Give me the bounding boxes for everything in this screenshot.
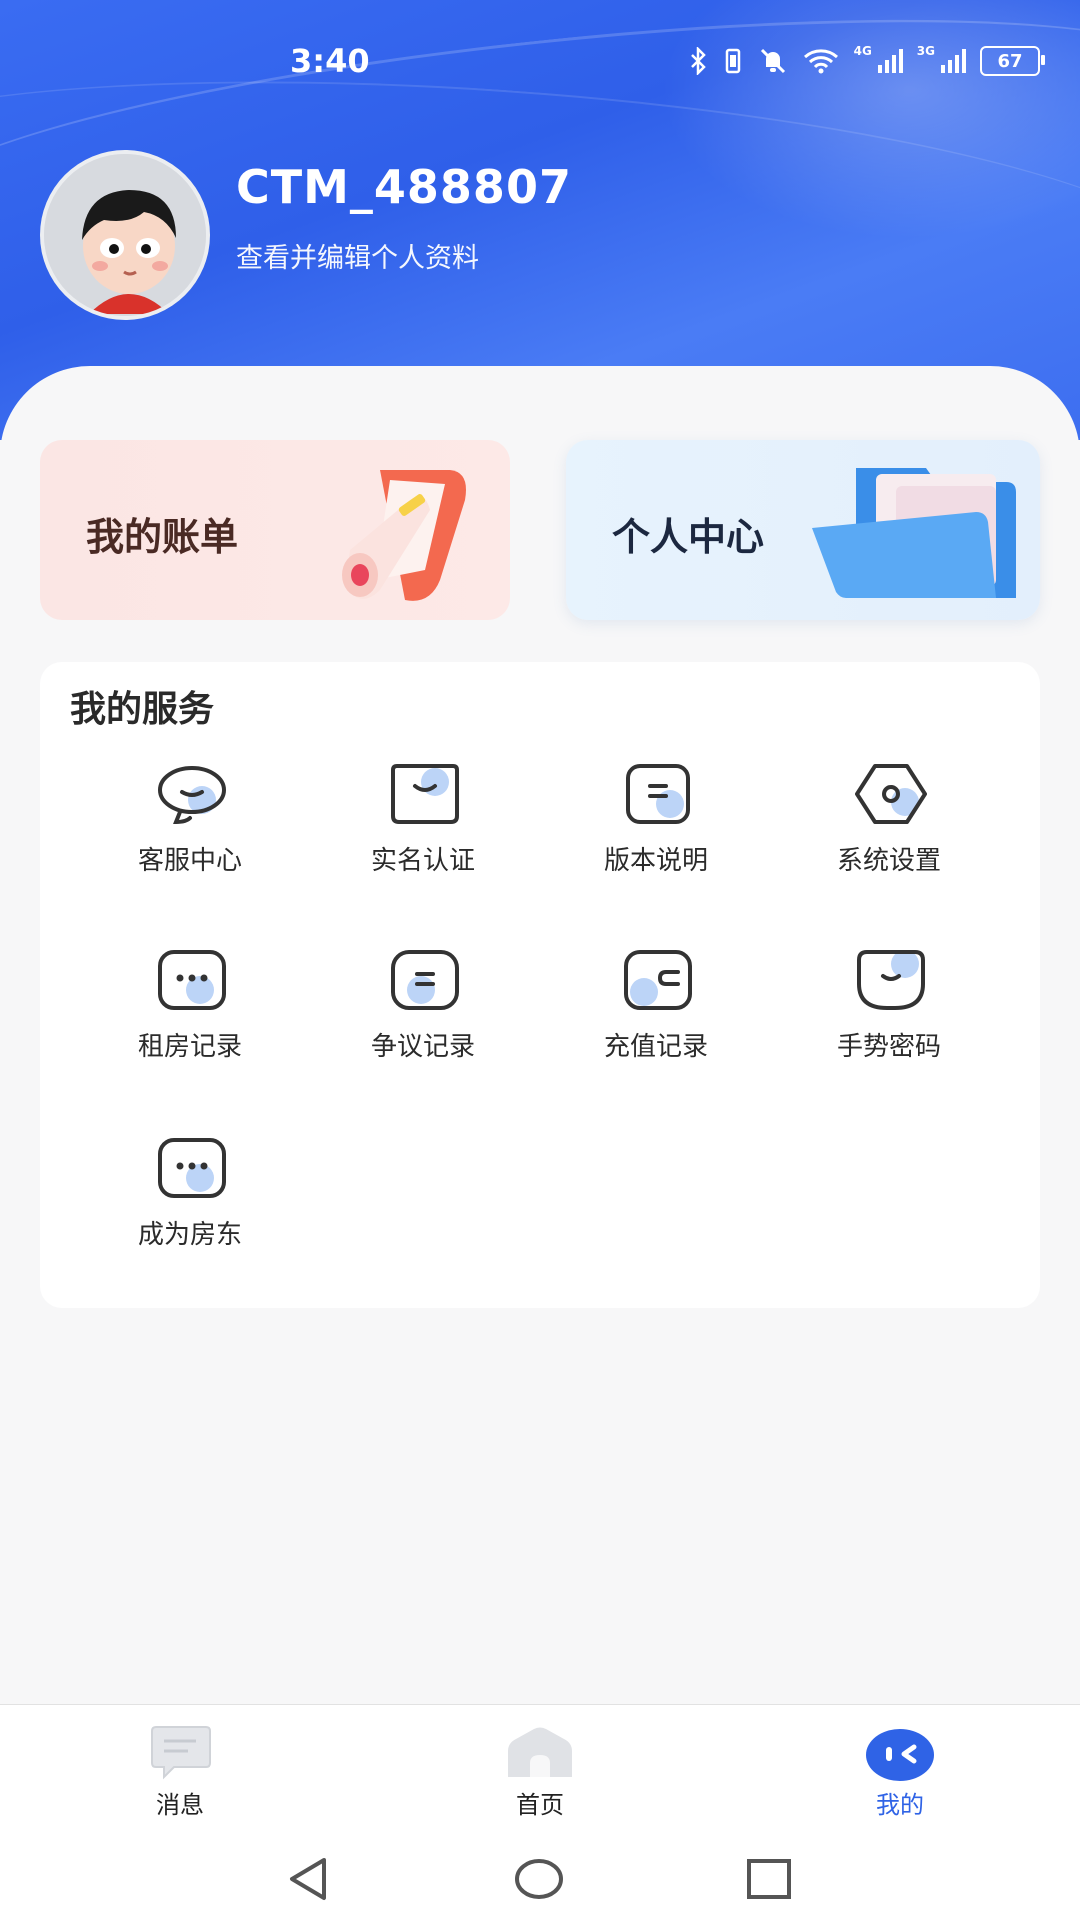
message-icon: [151, 1726, 211, 1780]
service-label: 租房记录: [137, 1032, 242, 1062]
tab-messages[interactable]: 消息: [80, 1725, 280, 1825]
avatar[interactable]: [40, 150, 210, 320]
status-time: 3:40: [290, 42, 370, 80]
signal-3g-icon: [941, 49, 966, 73]
service-label: 成为房东: [137, 1220, 242, 1250]
back-icon[interactable]: [284, 1854, 334, 1904]
tab-label: 首页: [516, 1791, 564, 1819]
wallet-icon: [624, 950, 692, 1010]
vibrate-icon: [725, 48, 740, 74]
service-customer-center[interactable]: 客服中心: [80, 762, 300, 902]
recents-square-icon[interactable]: [744, 1854, 794, 1904]
tab-mine[interactable]: 我的: [800, 1725, 1000, 1825]
service-label: 争议记录: [370, 1032, 475, 1062]
home-icon: [508, 1727, 572, 1777]
id-card-icon: [391, 764, 459, 824]
username: CTM_488807: [236, 160, 572, 214]
network-4g-label: 4G: [853, 44, 872, 58]
system-navigation-bar: [0, 1840, 1080, 1920]
personal-center-label: 个人中心: [612, 515, 765, 559]
mute-bell-icon: [760, 48, 785, 74]
edit-profile-link[interactable]: 查看并编辑个人资料: [236, 236, 479, 275]
signal-4g-icon: [877, 49, 903, 73]
folder-illustration-icon: [812, 468, 1016, 598]
more-dots-icon: [158, 950, 226, 1010]
smile-icon: [857, 950, 925, 1010]
more-dots-icon: [158, 1138, 226, 1198]
service-become-landlord[interactable]: 成为房东: [80, 1136, 300, 1276]
service-system-settings[interactable]: 系统设置: [779, 762, 999, 902]
tab-label: 我的: [876, 1791, 924, 1819]
service-label: 版本说明: [603, 846, 708, 876]
personal-center-card[interactable]: 个人中心: [566, 440, 1040, 620]
services-title: 我的服务: [70, 689, 215, 730]
home-circle-icon[interactable]: [514, 1854, 564, 1904]
document-icon: [626, 764, 690, 824]
profile-face-icon: [866, 1729, 934, 1781]
tab-label: 消息: [156, 1791, 204, 1819]
service-version-notes[interactable]: 版本说明: [546, 762, 766, 902]
my-services-panel: 我的服务 客服中心 实名认证 版本说明 系统设置 租房记录 争议记录 充值记录 …: [40, 662, 1040, 1308]
network-3g-label: 3G: [916, 44, 935, 58]
service-gesture-password[interactable]: 手势密码: [779, 948, 999, 1088]
my-bill-card[interactable]: 我的账单: [40, 440, 510, 620]
battery-indicator: 67: [980, 46, 1045, 76]
chat-bubble-icon: [158, 766, 226, 825]
service-recharge-records[interactable]: 充值记录: [546, 948, 766, 1088]
service-dispute-records[interactable]: 争议记录: [313, 948, 533, 1088]
service-label: 客服中心: [137, 846, 242, 876]
wifi-icon: [803, 49, 838, 74]
service-label: 充值记录: [603, 1032, 708, 1062]
bill-roll-illustration-icon: [342, 470, 466, 601]
tab-home[interactable]: 首页: [440, 1725, 640, 1825]
avatar-cartoon-icon: [44, 154, 206, 316]
service-rental-records[interactable]: 租房记录: [80, 948, 300, 1088]
service-label: 系统设置: [836, 846, 941, 876]
service-real-name-verify[interactable]: 实名认证: [313, 762, 533, 902]
settings-hexagon-icon: [855, 764, 927, 824]
status-bar: 3:40 4G 3G 67: [0, 30, 1080, 100]
service-label: 实名认证: [370, 846, 475, 876]
service-label: 手势密码: [836, 1032, 941, 1062]
status-icons: 4G 3G 67: [688, 44, 1045, 76]
document-icon: [391, 950, 459, 1010]
bluetooth-icon: [690, 47, 706, 75]
my-bill-label: 我的账单: [86, 515, 239, 559]
